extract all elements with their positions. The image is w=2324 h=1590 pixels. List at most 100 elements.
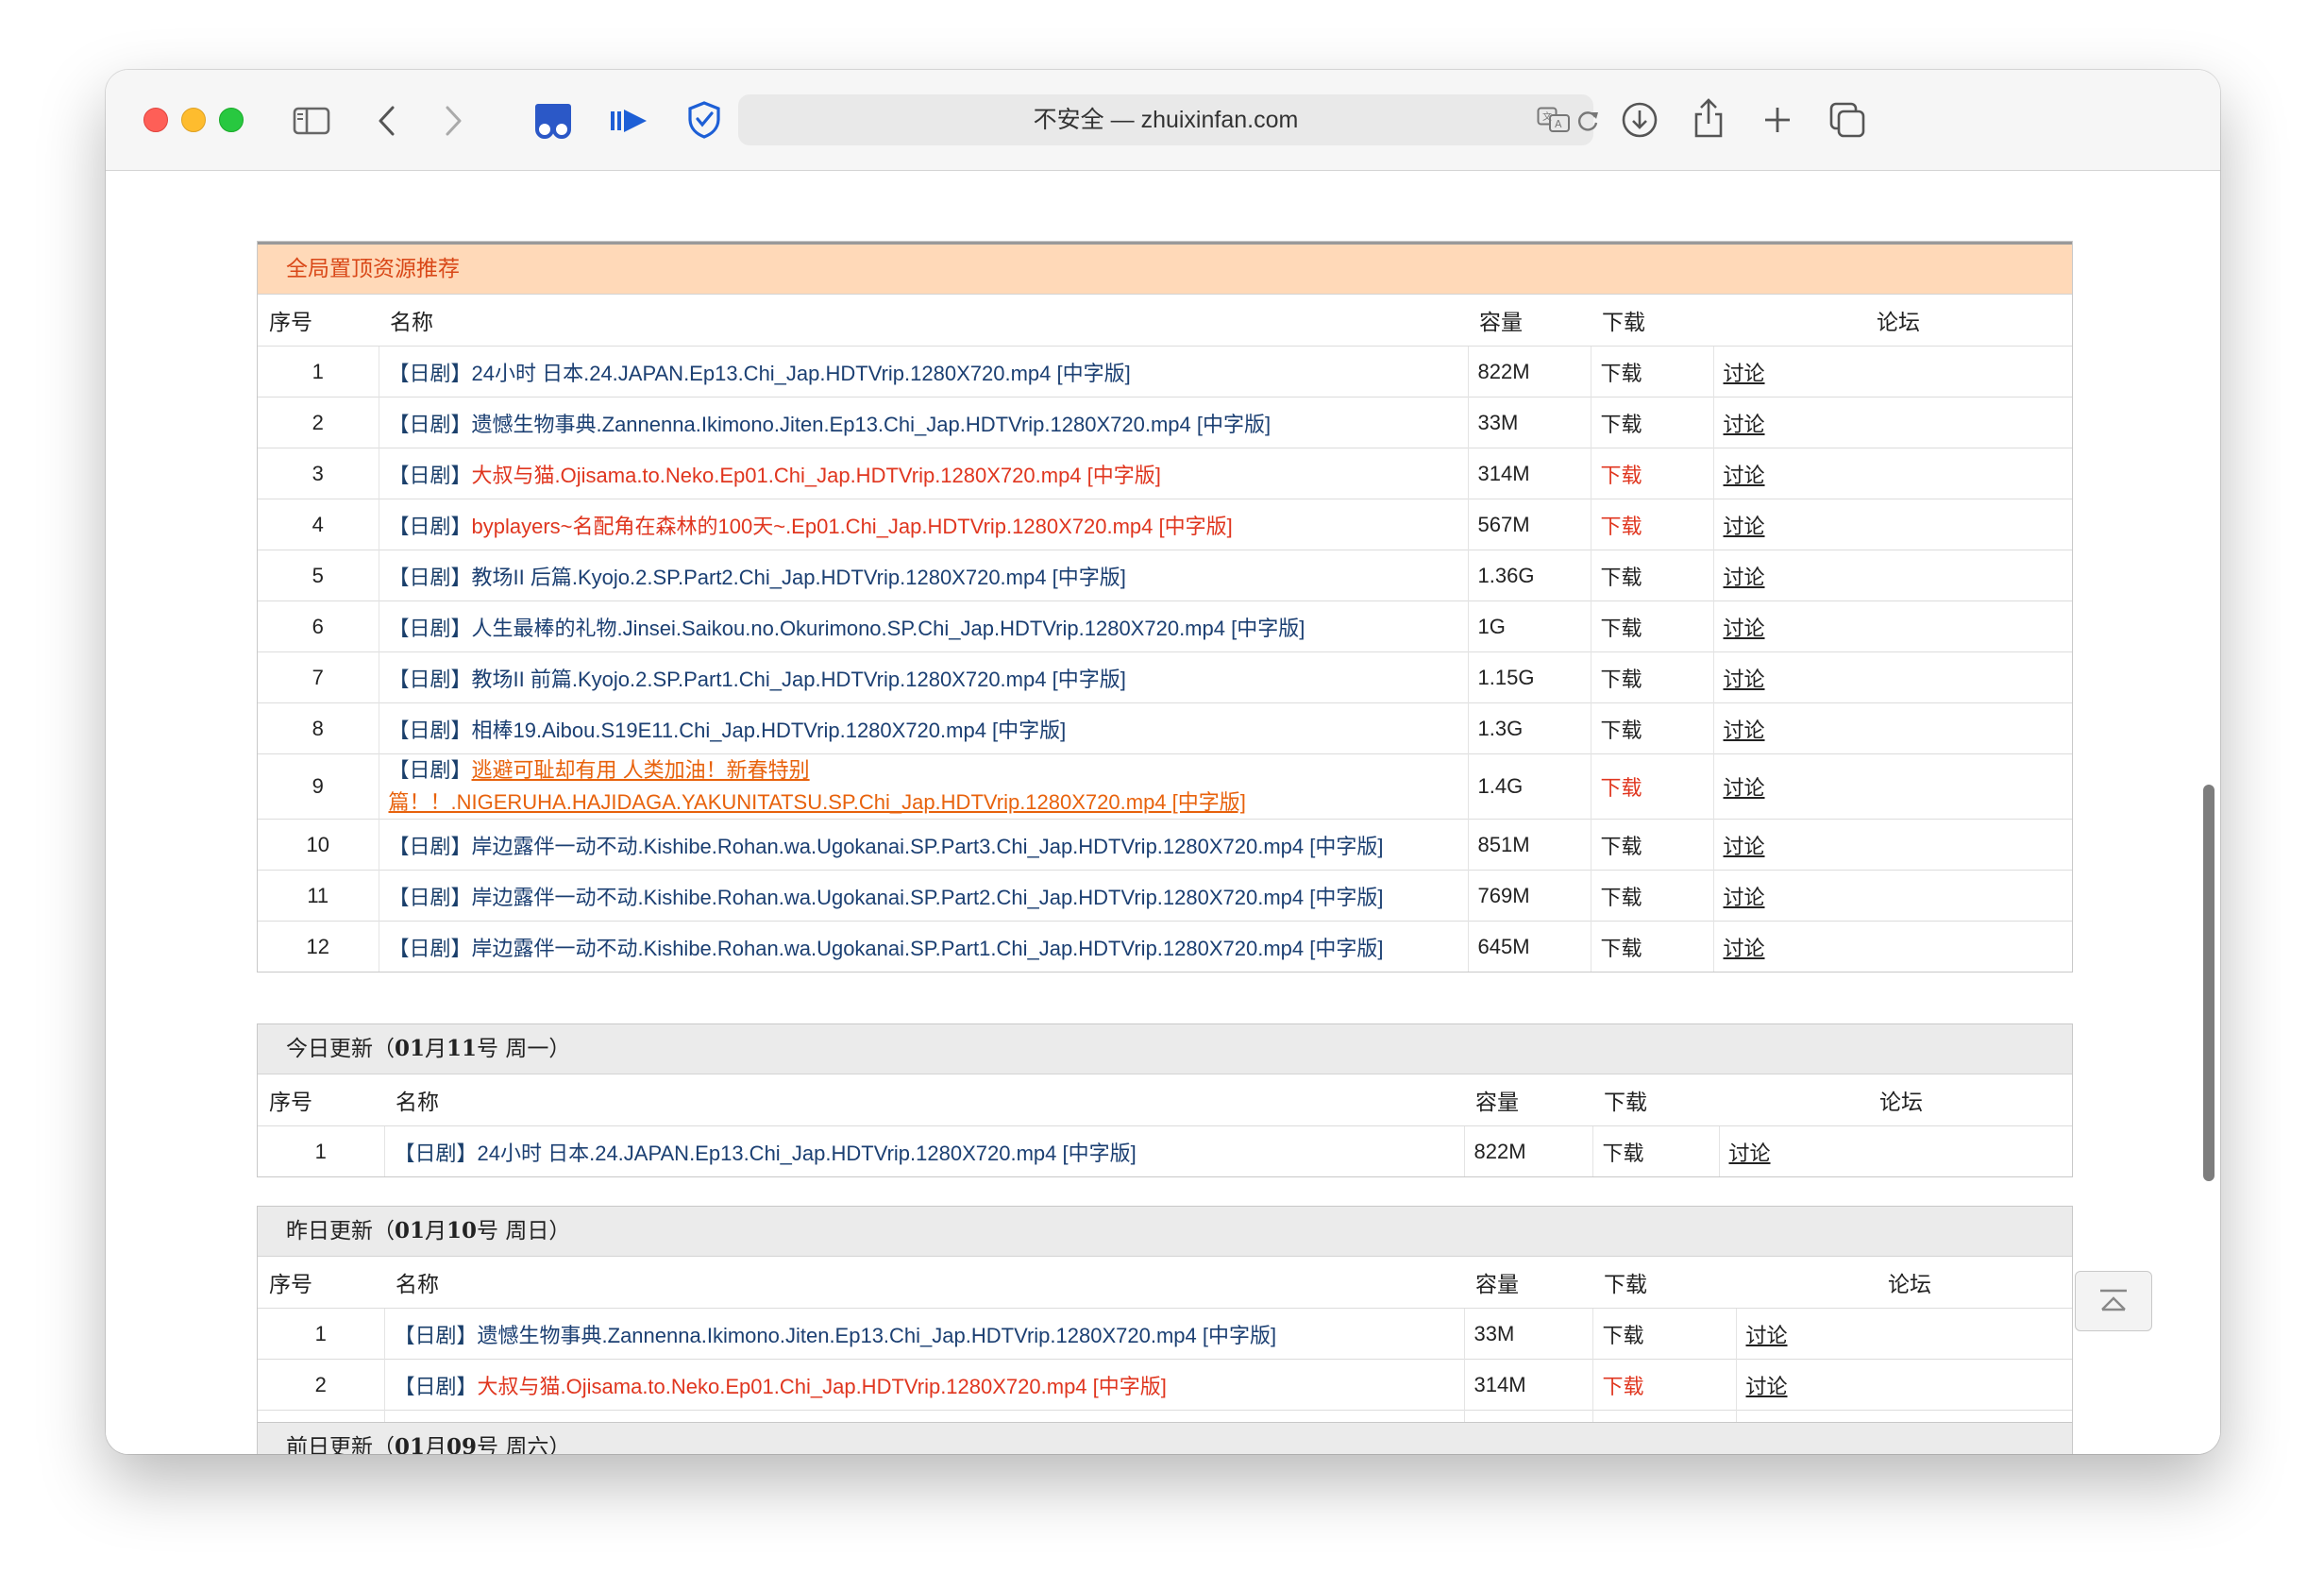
download-link[interactable]: 下载 <box>1601 566 1642 589</box>
forum-discuss-link[interactable]: 讨论 <box>1746 1324 1788 1347</box>
row-title-cell: 【日剧】教场II 前篇.Kyojo.2.SP.Part1.Chi_Jap.HDT… <box>378 651 1468 703</box>
file-size: 33M <box>1467 397 1591 448</box>
file-size: 1.3G <box>1467 702 1591 754</box>
download-cell: 下载 <box>1590 448 1713 499</box>
row-number: 12 <box>258 921 379 972</box>
back-icon[interactable] <box>370 102 404 140</box>
forward-icon[interactable] <box>436 102 470 140</box>
resource-title-link[interactable]: 遗憾生物事典.Zannenna.Ikimono.Jiten.Ep13.Chi_J… <box>472 413 1271 436</box>
col-download-header: 下载 <box>1604 1273 1647 1297</box>
forum-cell: 讨论 <box>1712 499 2072 550</box>
download-link[interactable]: 下载 <box>1601 937 1642 960</box>
forum-discuss-link[interactable]: 讨论 <box>1724 413 1765 436</box>
resource-title-link[interactable]: 大叔与猫.Ojisama.to.Neko.Ep01.Chi_Jap.HDTVri… <box>478 1375 1167 1398</box>
forum-discuss-link[interactable]: 讨论 <box>1724 566 1765 589</box>
row-number: 6 <box>258 600 379 652</box>
download-link[interactable]: 下载 <box>1601 617 1642 640</box>
download-link[interactable]: 下载 <box>1601 362 1642 385</box>
address-text: 不安全 — zhuixinfan.com <box>1033 107 1299 133</box>
col-download-header: 下载 <box>1604 1091 1647 1115</box>
file-size: 314M <box>1467 448 1591 499</box>
file-size: 567M <box>1467 499 1591 550</box>
forum-cell: 讨论 <box>1712 346 2072 398</box>
download-cell: 下载 <box>1591 1359 1736 1411</box>
download-link[interactable]: 下载 <box>1601 668 1642 691</box>
row-number: 10 <box>258 819 379 871</box>
extension-icon[interactable] <box>532 100 574 142</box>
genre-tag: 【日剧】 <box>388 758 472 782</box>
genre-tag: 【日剧】 <box>394 1374 478 1398</box>
sidebar-icon[interactable] <box>291 102 332 140</box>
resource-title-link[interactable]: 逃避可耻却有用 人类加油！新春特别篇！！.NIGERUHA.HAJIDAGA.Y… <box>389 758 1246 814</box>
row-title-cell: 【日剧】大叔与猫.Ojisama.to.Neko.Ep01.Chi_Jap.HD… <box>378 448 1468 499</box>
back-to-top-button[interactable] <box>2075 1271 2152 1331</box>
download-link[interactable]: 下载 <box>1601 413 1642 436</box>
shield-icon[interactable] <box>683 98 725 142</box>
forum-cell: 讨论 <box>1712 651 2072 703</box>
download-icon[interactable] <box>1618 98 1661 142</box>
reload-icon[interactable] <box>1573 106 1603 136</box>
resource-title-link[interactable]: 人生最棒的礼物.Jinsei.Saikou.no.Okurimono.SP.Ch… <box>472 617 1305 640</box>
forum-discuss-link[interactable]: 讨论 <box>1724 719 1765 742</box>
extension-play-icon[interactable] <box>608 100 649 142</box>
forum-discuss-link[interactable]: 讨论 <box>1724 886 1765 909</box>
back-to-top-icon <box>2100 1289 2127 1311</box>
download-link[interactable]: 下载 <box>1603 1375 1644 1398</box>
resource-title-link[interactable]: 24小时 日本.24.JAPAN.Ep13.Chi_Jap.HDTVrip.12… <box>472 362 1131 385</box>
download-cell: 下载 <box>1590 921 1713 972</box>
download-cell: 下载 <box>1590 499 1713 550</box>
forum-discuss-link[interactable]: 讨论 <box>1724 362 1765 385</box>
forum-discuss-link[interactable]: 讨论 <box>1746 1375 1788 1398</box>
translate-icon[interactable]: 文A <box>1535 104 1573 136</box>
col-size-header: 容量 <box>1475 1273 1519 1297</box>
forum-discuss-link[interactable]: 讨论 <box>1724 515 1765 538</box>
share-icon[interactable] <box>1688 94 1729 142</box>
download-link[interactable]: 下载 <box>1601 719 1642 742</box>
tabs-icon[interactable] <box>1826 98 1869 142</box>
download-link[interactable]: 下载 <box>1601 776 1642 800</box>
resource-title-link[interactable]: 教场II 前篇.Kyojo.2.SP.Part1.Chi_Jap.HDTVrip… <box>472 668 1126 691</box>
address-bar[interactable]: 不安全 — zhuixinfan.com 文A <box>738 94 1598 145</box>
forum-discuss-link[interactable]: 讨论 <box>1724 464 1765 487</box>
download-link[interactable]: 下载 <box>1603 1324 1644 1347</box>
plus-icon[interactable] <box>1758 100 1797 140</box>
download-cell: 下载 <box>1590 702 1713 754</box>
download-cell: 下载 <box>1590 870 1713 922</box>
download-link[interactable]: 下载 <box>1603 1142 1644 1165</box>
download-link[interactable]: 下载 <box>1601 886 1642 909</box>
download-cell: 下载 <box>1591 1125 1719 1176</box>
download-link[interactable]: 下载 <box>1601 515 1642 538</box>
resource-title-link[interactable]: 岸边露伴一动不动.Kishibe.Rohan.wa.Ugokanai.SP.Pa… <box>472 937 1384 960</box>
resource-title-link[interactable]: 大叔与猫.Ojisama.to.Neko.Ep01.Chi_Jap.HDTVri… <box>472 464 1161 487</box>
resource-title-link[interactable]: 遗憾生物事典.Zannenna.Ikimono.Jiten.Ep13.Chi_J… <box>478 1324 1277 1347</box>
download-cell: 下载 <box>1590 819 1713 871</box>
resource-title-link[interactable]: 24小时 日本.24.JAPAN.Ep13.Chi_Jap.HDTVrip.12… <box>478 1142 1137 1165</box>
table-row: 9 【日剧】逃避可耻却有用 人类加油！新春特别篇！！.NIGERUHA.HAJID… <box>258 753 2072 820</box>
resource-title-link[interactable]: 岸边露伴一动不动.Kishibe.Rohan.wa.Ugokanai.SP.Pa… <box>472 886 1384 909</box>
zoom-window-button[interactable] <box>219 108 244 132</box>
row-title-cell: 【日剧】遗憾生物事典.Zannenna.Ikimono.Jiten.Ep13.C… <box>378 397 1468 448</box>
download-link[interactable]: 下载 <box>1601 835 1642 858</box>
forum-discuss-link[interactable]: 讨论 <box>1724 776 1765 800</box>
forum-discuss-link[interactable]: 讨论 <box>1729 1142 1771 1165</box>
resource-title-link[interactable]: 教场II 后篇.Kyojo.2.SP.Part2.Chi_Jap.HDTVrip… <box>472 566 1126 589</box>
genre-tag: 【日剧】 <box>388 616 472 640</box>
resource-title-link[interactable]: 岸边露伴一动不动.Kishibe.Rohan.wa.Ugokanai.SP.Pa… <box>472 835 1384 858</box>
forum-discuss-link[interactable]: 讨论 <box>1724 835 1765 858</box>
file-size: 1.4G <box>1467 753 1591 820</box>
table-row: 5 【日剧】教场II 后篇.Kyojo.2.SP.Part2.Chi_Jap.HD… <box>258 550 2072 601</box>
forum-cell: 讨论 <box>1712 397 2072 448</box>
forum-cell: 讨论 <box>1712 753 2072 820</box>
resource-title-link[interactable]: 相棒19.Aibou.S19E11.Chi_Jap.HDTVrip.1280X7… <box>472 719 1067 742</box>
svg-text:A: A <box>1555 118 1562 130</box>
forum-discuss-link[interactable]: 讨论 <box>1724 937 1765 960</box>
minimize-window-button[interactable] <box>181 108 206 132</box>
forum-discuss-link[interactable]: 讨论 <box>1724 617 1765 640</box>
before-yesterday-section-title: 前日更新（01月09号 周六） <box>258 1423 2072 1454</box>
resource-title-link[interactable]: byplayers~名配角在森林的100天~.Ep01.Chi_Jap.HDTV… <box>472 515 1233 538</box>
col-download-header: 下载 <box>1602 311 1645 335</box>
page-scrollbar[interactable] <box>2203 785 2215 1181</box>
download-link[interactable]: 下载 <box>1601 464 1642 487</box>
forum-discuss-link[interactable]: 讨论 <box>1724 668 1765 691</box>
close-window-button[interactable] <box>143 108 168 132</box>
